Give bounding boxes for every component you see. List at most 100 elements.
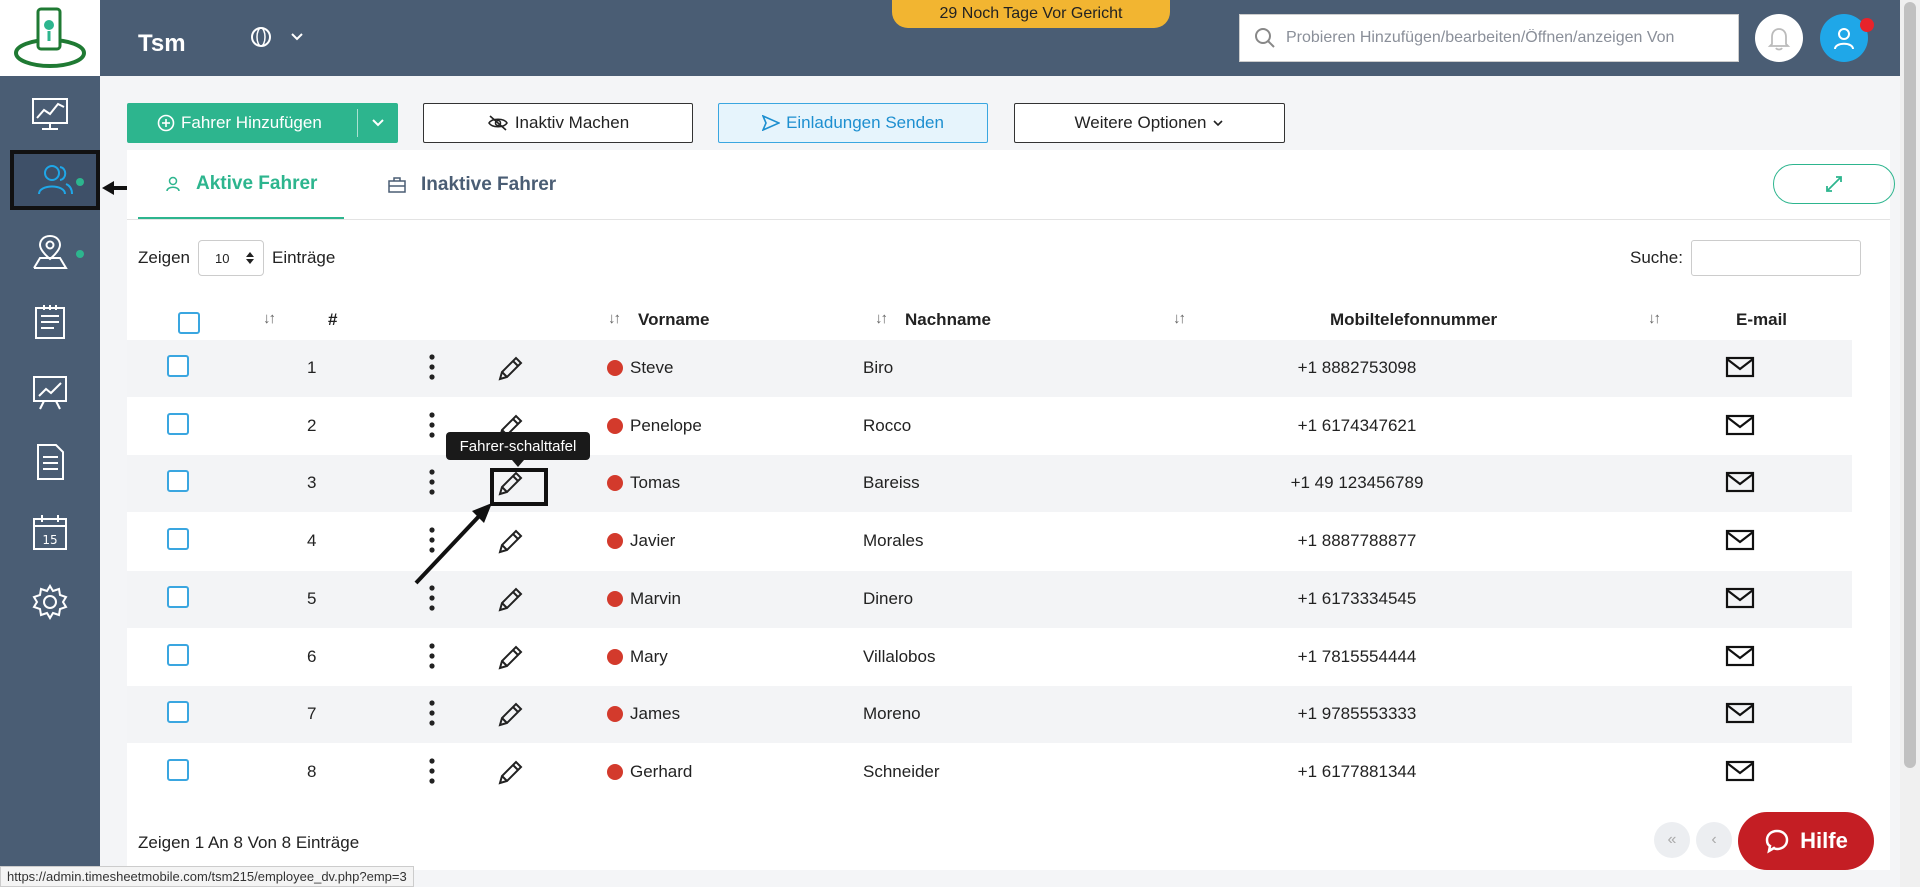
row-checkbox[interactable]: [167, 585, 189, 608]
table-search: Suche:: [1630, 240, 1861, 276]
notifications-button[interactable]: [1755, 14, 1803, 62]
row-mobile: +1 8882753098: [1297, 358, 1417, 377]
tab-active-drivers[interactable]: Aktive Fahrer: [138, 150, 344, 220]
sidebar-item-reports[interactable]: [0, 362, 100, 422]
mail-icon[interactable]: [1725, 471, 1755, 493]
row-last-name: Morales: [863, 531, 924, 551]
header-email[interactable]: E-mail: [1736, 310, 1787, 330]
top-header: Tsm 29 Noch Tage Vor Gericht: [100, 0, 1900, 76]
row-first-name: Tomas: [630, 473, 681, 493]
more-vertical-icon[interactable]: [427, 642, 437, 670]
language-selector[interactable]: [250, 26, 304, 48]
chevron-down-icon[interactable]: [370, 115, 386, 131]
status-dot: [607, 417, 623, 434]
row-mobile: +1 49 123456789: [1290, 473, 1424, 493]
bell-icon: [1767, 28, 1791, 51]
show-label: Zeigen: [138, 248, 190, 267]
mail-icon[interactable]: [1725, 760, 1755, 782]
scrollbar-thumb[interactable]: [1904, 2, 1916, 768]
deactivate-button[interactable]: Inaktiv Machen: [423, 103, 693, 143]
mail-icon[interactable]: [1725, 529, 1755, 551]
more-vertical-icon[interactable]: [427, 468, 437, 496]
mail-icon[interactable]: [1725, 645, 1755, 667]
more-vertical-icon[interactable]: [427, 353, 437, 381]
row-mobile: +1 6173334545: [1297, 588, 1417, 608]
row-index: 4: [307, 531, 317, 551]
edit-pencil-icon[interactable]: [495, 700, 525, 730]
edit-pencil-icon[interactable]: [495, 758, 525, 788]
row-checkbox[interactable]: [167, 355, 189, 377]
mail-icon[interactable]: [1725, 702, 1755, 724]
sort-icon[interactable]: ↓↑: [263, 310, 276, 327]
table-search-input[interactable]: [1690, 240, 1861, 276]
page-scrollbar[interactable]: [1900, 0, 1920, 887]
row-checkbox[interactable]: [167, 528, 189, 551]
page-size-select[interactable]: 10: [197, 240, 264, 276]
edit-pencil-icon[interactable]: [495, 585, 525, 615]
sidebar-item-dashboard[interactable]: [0, 84, 100, 144]
app-logo[interactable]: [0, 0, 100, 76]
sidebar-item-drivers[interactable]: [10, 150, 100, 210]
mail-icon[interactable]: [1725, 587, 1755, 609]
mail-icon[interactable]: [1725, 414, 1755, 436]
edit-pencil-icon[interactable]: [495, 354, 525, 384]
help-button[interactable]: Hilfe: [1738, 812, 1874, 870]
add-driver-button[interactable]: Fahrer Hinzufügen: [127, 103, 398, 143]
row-mobile: +1 6174347621: [1297, 415, 1417, 435]
user-menu-button[interactable]: [1820, 14, 1874, 62]
more-vertical-icon[interactable]: [427, 699, 437, 727]
sidebar-item-timesheets[interactable]: [0, 292, 100, 352]
global-search-input[interactable]: [1286, 29, 1726, 47]
row-last-name: Dinero: [863, 588, 914, 608]
pagination-first-button[interactable]: «: [1654, 822, 1690, 858]
presentation-chart-icon: [33, 376, 67, 410]
more-vertical-icon[interactable]: [427, 411, 437, 439]
status-dot: [607, 590, 623, 607]
document-icon: [37, 444, 64, 480]
send-invites-label: Einladungen Senden: [786, 113, 944, 132]
sidebar-item-calendar[interactable]: 15: [0, 502, 100, 562]
expand-button[interactable]: [1773, 164, 1895, 204]
status-dot: [607, 533, 623, 550]
tab-inactive-drivers[interactable]: Inaktive Fahrer: [387, 150, 556, 220]
global-search[interactable]: [1239, 14, 1739, 62]
row-checkbox[interactable]: [167, 643, 189, 666]
driver-dashboard-tooltip: Fahrer-schalttafel: [446, 432, 590, 467]
send-icon: [762, 115, 781, 131]
sidebar-item-settings[interactable]: [0, 572, 100, 632]
sidebar-item-map[interactable]: [0, 222, 100, 282]
select-all-checkbox[interactable]: [178, 312, 200, 334]
mail-icon[interactable]: [1725, 356, 1755, 378]
more-vertical-icon[interactable]: [427, 757, 437, 785]
sort-icon[interactable]: ↓↑: [608, 310, 621, 327]
table-row: 7 James Moreno +1 9785553333: [127, 686, 1852, 744]
more-options-button[interactable]: Weitere Optionen: [1014, 103, 1285, 143]
sort-icon[interactable]: ↓↑: [875, 310, 888, 327]
header-last-name[interactable]: Nachname: [905, 310, 991, 330]
sidebar: 15: [0, 0, 100, 887]
sort-icon[interactable]: ↓↑: [1648, 310, 1661, 327]
sidebar-item-documents[interactable]: [0, 432, 100, 492]
more-vertical-icon[interactable]: [427, 584, 437, 612]
row-last-name: Biro: [863, 358, 894, 377]
pagination-prev-button[interactable]: ‹: [1696, 822, 1732, 858]
table-search-label: Suche:: [1630, 248, 1683, 267]
row-checkbox[interactable]: [167, 412, 189, 435]
table-row: 8 Gerhard Schneider +1 6177881344: [127, 744, 1852, 801]
row-checkbox[interactable]: [167, 701, 189, 724]
edit-pencil-icon[interactable]: [495, 643, 525, 673]
tab-inactive-label: Inaktive Fahrer: [421, 174, 557, 195]
row-checkbox[interactable]: [167, 758, 189, 781]
header-first-name[interactable]: Vorname: [638, 310, 710, 330]
header-mobile[interactable]: Mobiltelefonnummer: [1330, 310, 1497, 330]
send-invites-button[interactable]: Einladungen Senden: [718, 103, 988, 143]
row-checkbox[interactable]: [167, 470, 189, 493]
sort-icon[interactable]: ↓↑: [1173, 310, 1186, 327]
briefcase-icon: [388, 177, 406, 193]
row-index: 6: [307, 646, 317, 666]
help-label: Hilfe: [1800, 828, 1848, 853]
chevron-down-icon: [291, 33, 303, 41]
table-row: 2 Penelope Rocco +1 6174347621: [127, 398, 1852, 455]
search-icon: [1255, 28, 1275, 48]
row-index: 8: [307, 761, 317, 781]
